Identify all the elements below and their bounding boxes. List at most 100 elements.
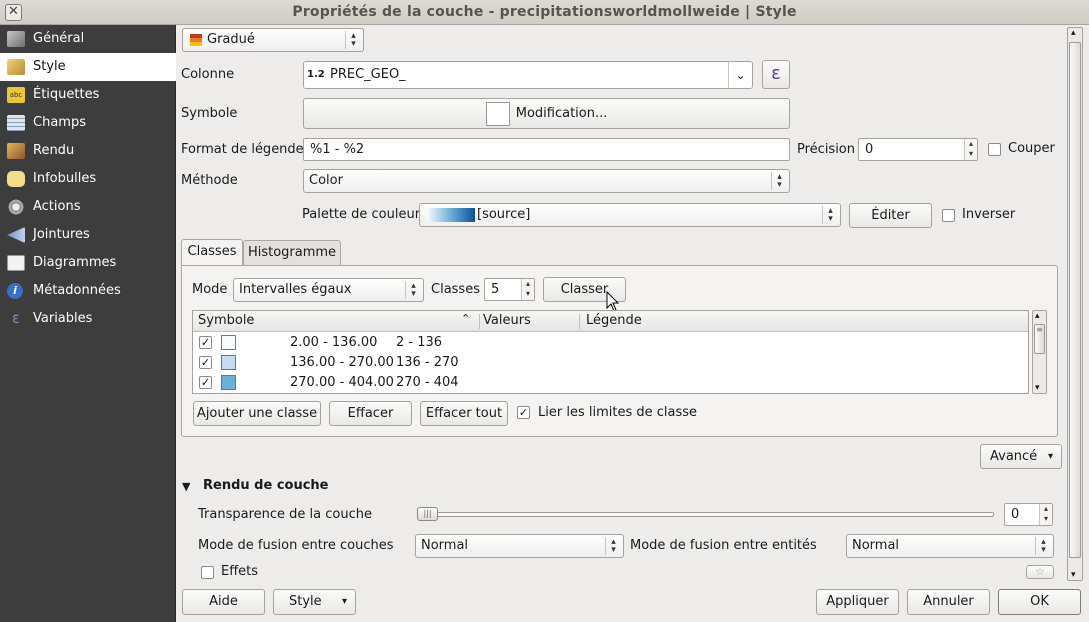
class-symbol-swatch[interactable] <box>221 355 236 370</box>
numeric-field-badge: 1.2 <box>307 69 325 80</box>
graduated-renderer-icon <box>190 34 202 46</box>
table-scrollbar[interactable]: ▴ ≡ ▾ <box>1032 310 1047 394</box>
color-ramp-select[interactable]: [source] ▴ ▾ <box>419 203 841 227</box>
column-header-values[interactable]: Valeurs <box>483 313 531 328</box>
classes-count-spinbox[interactable]: 5 ▴ ▾ <box>484 278 535 301</box>
style-menu-button[interactable]: Style ▾ <box>273 589 356 615</box>
chevron-updown-icon: ▴ ▾ <box>605 537 621 555</box>
class-legend[interactable]: 270 - 404 <box>396 375 459 390</box>
effects-label: Effets <box>221 564 259 579</box>
sort-indicator-icon: ⌃ <box>461 312 471 325</box>
expression-button[interactable]: ε <box>762 60 790 89</box>
classes-table[interactable]: Symbole ⌃ Valeurs Légende ✓ 2.00 - 136.0… <box>192 310 1029 394</box>
add-class-button[interactable]: Ajouter une classe <box>193 401 321 426</box>
sidebar-item-label: Diagrammes <box>33 255 117 270</box>
tab-histogram[interactable]: Histogramme <box>243 240 341 266</box>
tools-icon <box>7 31 25 47</box>
class-legend[interactable]: 2 - 136 <box>396 335 442 350</box>
sidebar-item-diagrams[interactable]: Diagrammes <box>0 249 176 277</box>
trim-checkbox[interactable] <box>988 143 1001 156</box>
star-icon: ☆ <box>1035 565 1045 578</box>
class-symbol-swatch[interactable] <box>221 375 236 390</box>
delete-class-button[interactable]: Effacer <box>329 401 412 426</box>
sidebar-item-tooltips[interactable]: Infobulles <box>0 165 176 193</box>
labels-icon: abc <box>7 87 25 103</box>
ok-button[interactable]: OK <box>998 589 1081 615</box>
spin-arrows-icon[interactable]: ▴ ▾ <box>964 139 977 160</box>
column-header-legend[interactable]: Légende <box>586 313 642 328</box>
table-row[interactable]: ✓ 2.00 - 136.00 2 - 136 <box>193 333 1028 353</box>
column-header-symbol[interactable]: Symbole <box>198 313 254 328</box>
symbol-modify-button[interactable]: Modification... <box>303 98 790 129</box>
column-label: Colonne <box>181 67 235 82</box>
collapse-triangle-icon[interactable]: ▼ <box>182 479 190 495</box>
epsilon-icon: ε <box>11 309 21 327</box>
main-scrollbar[interactable]: ▴ ▾ <box>1067 27 1083 581</box>
class-values[interactable]: 136.00 - 270.00 <box>290 355 394 370</box>
sidebar-item-joins[interactable]: Jointures <box>0 221 176 249</box>
transparency-spinbox[interactable]: 0 ▴ ▾ <box>1004 503 1053 526</box>
sidebar-item-metadata[interactable]: i Métadonnées <box>0 277 176 305</box>
apply-button[interactable]: Appliquer <box>816 589 899 615</box>
class-values[interactable]: 270.00 - 404.00 <box>290 375 394 390</box>
layer-blend-select[interactable]: Normal ▴ ▾ <box>415 534 624 558</box>
mode-label: Mode <box>192 282 228 297</box>
column-select[interactable]: 1.2 PREC_GEO_ ⌄ <box>303 61 753 89</box>
sidebar-item-labels[interactable]: abc Étiquettes <box>0 81 176 109</box>
table-row[interactable]: ✓ 270.00 - 404.00 270 - 404 <box>193 373 1028 393</box>
method-select[interactable]: Color ▴ ▾ <box>303 169 790 193</box>
class-legend[interactable]: 136 - 270 <box>396 355 459 370</box>
tab-classes[interactable]: Classes <box>181 239 243 267</box>
sidebar-item-label: Variables <box>33 311 93 326</box>
scroll-up-arrow-icon[interactable]: ▴ <box>1035 311 1040 321</box>
speech-bubble-icon <box>7 171 25 187</box>
effects-checkbox[interactable] <box>201 566 214 579</box>
link-limits-checkbox[interactable]: ✓ <box>517 406 530 419</box>
spin-arrows-icon[interactable]: ▴ ▾ <box>1039 504 1052 525</box>
sidebar-item-actions[interactable]: Actions <box>0 193 176 221</box>
chevron-updown-icon: ▴ ▾ <box>771 172 787 190</box>
precision-spinbox[interactable]: 0 ▴ ▾ <box>858 138 978 161</box>
scroll-down-arrow-icon[interactable]: ▾ <box>1071 570 1076 580</box>
scroll-thumb[interactable] <box>1069 42 1081 558</box>
invert-checkbox[interactable] <box>942 209 955 222</box>
title-bar: ✕ Propriétés de la couche - precipitatio… <box>0 0 1089 25</box>
class-symbol-swatch[interactable] <box>221 335 236 350</box>
sidebar-item-label: Métadonnées <box>33 283 121 298</box>
scroll-down-arrow-icon[interactable]: ▾ <box>1035 383 1040 393</box>
mode-select[interactable]: Intervalles égaux ▴ ▾ <box>233 278 424 302</box>
chevron-updown-icon: ▴ ▾ <box>405 281 421 299</box>
class-values[interactable]: 2.00 - 136.00 <box>290 335 377 350</box>
row-visibility-checkbox[interactable]: ✓ <box>199 356 212 369</box>
row-visibility-checkbox[interactable]: ✓ <box>199 336 212 349</box>
transparency-slider[interactable] <box>417 512 994 517</box>
advanced-menu-button[interactable]: Avancé ▾ <box>980 444 1062 469</box>
chevron-updown-icon: ▴ ▾ <box>822 206 838 224</box>
spin-arrows-icon[interactable]: ▴ ▾ <box>521 279 534 300</box>
join-icon <box>7 227 25 243</box>
sidebar-item-rendering[interactable]: Rendu <box>0 137 176 165</box>
help-button[interactable]: Aide <box>182 589 265 615</box>
layer-rendering-title[interactable]: Rendu de couche <box>203 478 329 494</box>
sidebar-item-fields[interactable]: Champs <box>0 109 176 137</box>
scroll-up-arrow-icon[interactable]: ▴ <box>1071 28 1076 38</box>
edit-ramp-button[interactable]: Éditer <box>849 203 932 228</box>
cancel-button[interactable]: Annuler <box>907 589 990 615</box>
table-row[interactable]: ✓ 136.00 - 270.00 136 - 270 <box>193 353 1028 373</box>
classes-count-label: Classes <box>431 282 480 297</box>
sidebar-item-label: Infobulles <box>33 171 97 186</box>
info-icon: i <box>7 283 23 299</box>
row-visibility-checkbox[interactable]: ✓ <box>199 376 212 389</box>
legend-format-input[interactable]: %1 - %2 <box>303 138 790 161</box>
feature-blend-select[interactable]: Normal ▴ ▾ <box>846 534 1054 558</box>
gear-icon <box>7 199 25 215</box>
effects-star-button[interactable]: ☆ <box>1026 565 1054 579</box>
renderer-type-select[interactable]: Gradué ▴ ▾ <box>182 28 364 52</box>
transparency-slider-handle[interactable]: ||| <box>417 507 438 521</box>
epsilon-icon: ε <box>771 63 781 84</box>
delete-all-classes-button[interactable]: Effacer tout <box>420 401 508 426</box>
sidebar-item-style[interactable]: Style <box>0 53 176 81</box>
sidebar-item-variables[interactable]: ε Variables <box>0 305 176 333</box>
scroll-thumb[interactable]: ≡ <box>1034 324 1045 354</box>
sidebar-item-general[interactable]: Général <box>0 25 176 53</box>
